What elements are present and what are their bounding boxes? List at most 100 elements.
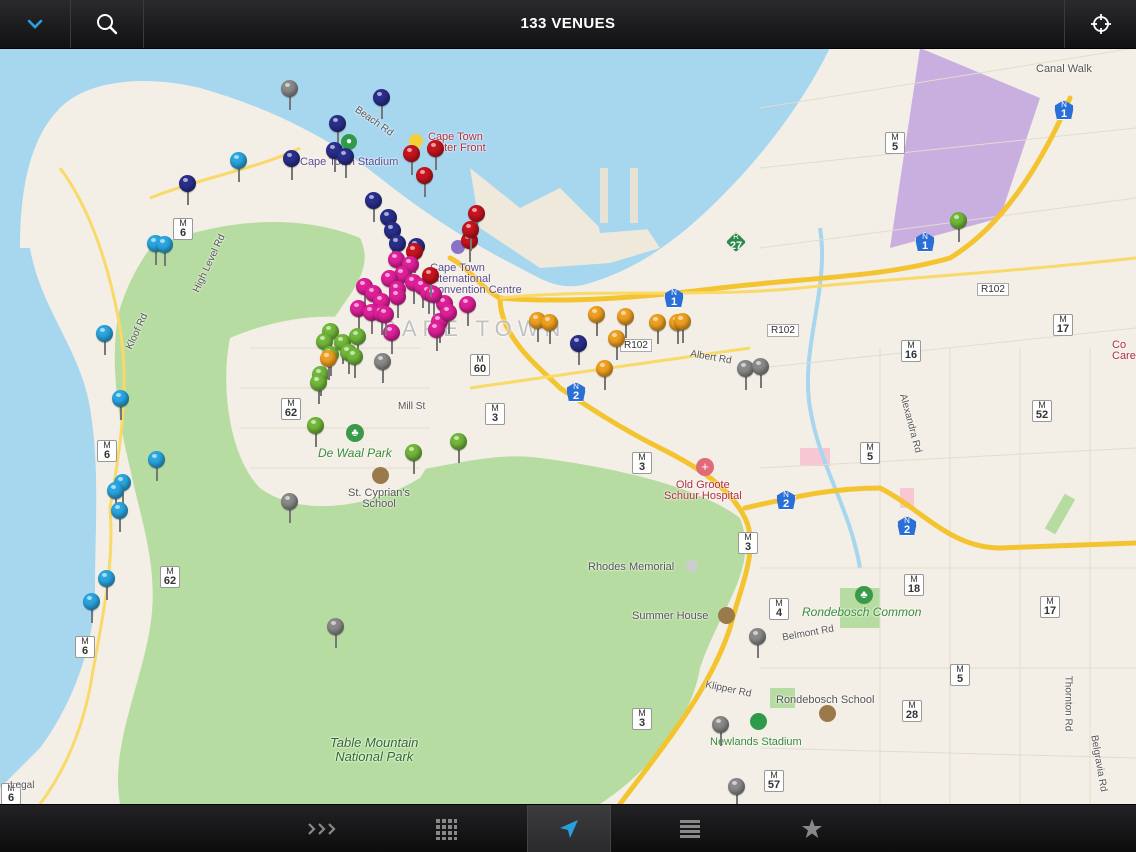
route-shield-m52: M 52 — [1032, 400, 1052, 422]
label-old-groote-schuur: Old Groote Schuur Hospital — [664, 479, 742, 502]
label-table-mountain: Table Mountain National Park — [330, 735, 419, 764]
venue-pin-navy[interactable] — [570, 335, 587, 365]
venue-pin-magenta[interactable] — [377, 306, 394, 336]
venue-pin-green[interactable] — [950, 212, 967, 242]
venue-pin-orange[interactable] — [320, 350, 337, 380]
route-shield-m62: M 62 — [160, 566, 180, 588]
route-shield-m62: M 62 — [281, 398, 301, 420]
venue-pin-sky[interactable] — [148, 451, 165, 481]
venue-pin-red[interactable] — [462, 221, 479, 251]
venue-pin-sky[interactable] — [156, 236, 173, 266]
venue-pin-magenta[interactable] — [459, 296, 476, 326]
venue-pin-orange[interactable] — [608, 330, 625, 360]
route-shield-m5: M5 — [950, 664, 970, 686]
label-summer-house: Summer House — [632, 610, 709, 622]
route-shield-m5: M5 — [885, 132, 905, 154]
label-de-waal-park: De Waal Park — [318, 446, 392, 460]
venue-pin-gray[interactable] — [374, 353, 391, 383]
venue-pin-navy[interactable] — [283, 150, 300, 180]
list-icon — [680, 820, 700, 838]
search-button[interactable] — [71, 0, 143, 48]
locate-crosshair-icon — [1090, 14, 1111, 34]
venue-map[interactable]: Canal Walk Cape Town Water Front Cape To… — [0, 48, 1136, 804]
venue-pin-gray[interactable] — [752, 358, 769, 388]
label-thornton-rd: Thornton Rd — [1062, 675, 1074, 732]
route-shield-m6: M6 — [97, 440, 117, 462]
venue-pin-sky[interactable] — [83, 593, 100, 623]
legal-link[interactable]: Legal — [10, 780, 34, 791]
star-icon — [802, 819, 822, 838]
newlands-stadium-poi-icon[interactable] — [750, 713, 767, 730]
route-shield-m3: M3 — [632, 708, 652, 730]
memorial-poi-icon[interactable] — [686, 560, 698, 572]
hospital-poi-icon[interactable]: + — [696, 458, 714, 476]
label-canal-walk: Canal Walk — [1036, 63, 1092, 75]
app-window: 133 VENUES Canal Walk Cape Town Front Ca… — [0, 0, 1136, 852]
venue-pin-green[interactable] — [405, 444, 422, 474]
venue-pin-gray[interactable] — [749, 628, 766, 658]
venue-pin-gray[interactable] — [281, 493, 298, 523]
venue-pin-red[interactable] — [427, 140, 444, 170]
venue-pin-sky[interactable] — [96, 325, 113, 355]
venue-pin-green[interactable] — [307, 417, 324, 447]
label-mill-st: Mill St — [398, 401, 426, 412]
map-base-layer — [0, 48, 1136, 804]
route-shield-m57: M 57 — [764, 770, 784, 792]
venue-pin-orange[interactable] — [596, 360, 613, 390]
next-venues-button[interactable] — [282, 805, 364, 852]
route-shield-m3: M3 — [738, 532, 758, 554]
rondebosch-school-poi-icon[interactable] — [819, 705, 836, 722]
route-r102-east: R102 — [977, 283, 1009, 296]
route-shield-m60: M 60 — [470, 354, 490, 376]
page-title: 133 VENUES — [520, 15, 616, 32]
venue-pin-sky[interactable] — [98, 570, 115, 600]
label-convention-centre: Cape Town International Convention Centr… — [430, 262, 522, 296]
venue-pin-red[interactable] — [416, 167, 433, 197]
route-shield-m3: M3 — [485, 403, 505, 425]
common-tree-icon[interactable]: ♣ — [855, 586, 873, 604]
venue-pin-green[interactable] — [346, 348, 363, 378]
venue-pin-green[interactable] — [450, 433, 467, 463]
map-view-button[interactable] — [527, 805, 611, 852]
venue-pin-orange[interactable] — [588, 306, 605, 336]
label-rhodes-memorial: Rhodes Memorial — [588, 561, 675, 573]
school-poi-icon[interactable] — [372, 467, 389, 484]
route-shield-m4: M4 — [769, 598, 789, 620]
venue-pin-sky[interactable] — [112, 390, 129, 420]
collapse-button[interactable] — [0, 0, 70, 48]
route-shield-m28: M 28 — [902, 700, 922, 722]
venue-pin-sky[interactable] — [111, 502, 128, 532]
locate-me-button[interactable] — [1065, 0, 1136, 48]
venue-pin-gray[interactable] — [281, 80, 298, 110]
chevron-down-icon — [27, 19, 43, 29]
list-view-button[interactable] — [649, 805, 731, 852]
venue-pin-navy[interactable] — [329, 115, 346, 145]
venue-pin-navy[interactable] — [373, 89, 390, 119]
grid-view-button[interactable] — [405, 805, 487, 852]
venue-pin-orange[interactable] — [541, 314, 558, 344]
route-shield-m6: M6 — [173, 218, 193, 240]
route-shield-m6: M6 — [75, 636, 95, 658]
route-shield-m17: M 17 — [1053, 314, 1073, 336]
venue-pin-gray[interactable] — [728, 778, 745, 804]
route-shield-m16: M 16 — [901, 340, 921, 362]
favorites-button[interactable] — [771, 805, 853, 852]
venue-pin-gray[interactable] — [712, 716, 729, 746]
venue-pin-orange[interactable] — [674, 313, 691, 343]
label-care: Co Care — [1112, 339, 1136, 362]
venue-pin-navy[interactable] — [179, 175, 196, 205]
route-shield-m5: M5 — [860, 442, 880, 464]
grid-icon — [436, 819, 457, 840]
venue-pin-sky[interactable] — [230, 152, 247, 182]
label-st-cyprians: St. Cyprian's School — [348, 487, 411, 510]
summer-house-poi-icon[interactable] — [718, 607, 735, 624]
venue-pin-magenta[interactable] — [440, 304, 457, 334]
location-arrow-icon — [560, 820, 578, 838]
route-shield-m18: M 18 — [904, 574, 924, 596]
route-r102-center: R102 — [767, 324, 799, 337]
park-tree-icon[interactable]: ♣ — [346, 424, 364, 442]
venue-pin-orange[interactable] — [649, 314, 666, 344]
venue-pin-gray[interactable] — [327, 618, 344, 648]
venue-pin-red[interactable] — [422, 267, 439, 297]
venue-pin-navy[interactable] — [337, 148, 354, 178]
